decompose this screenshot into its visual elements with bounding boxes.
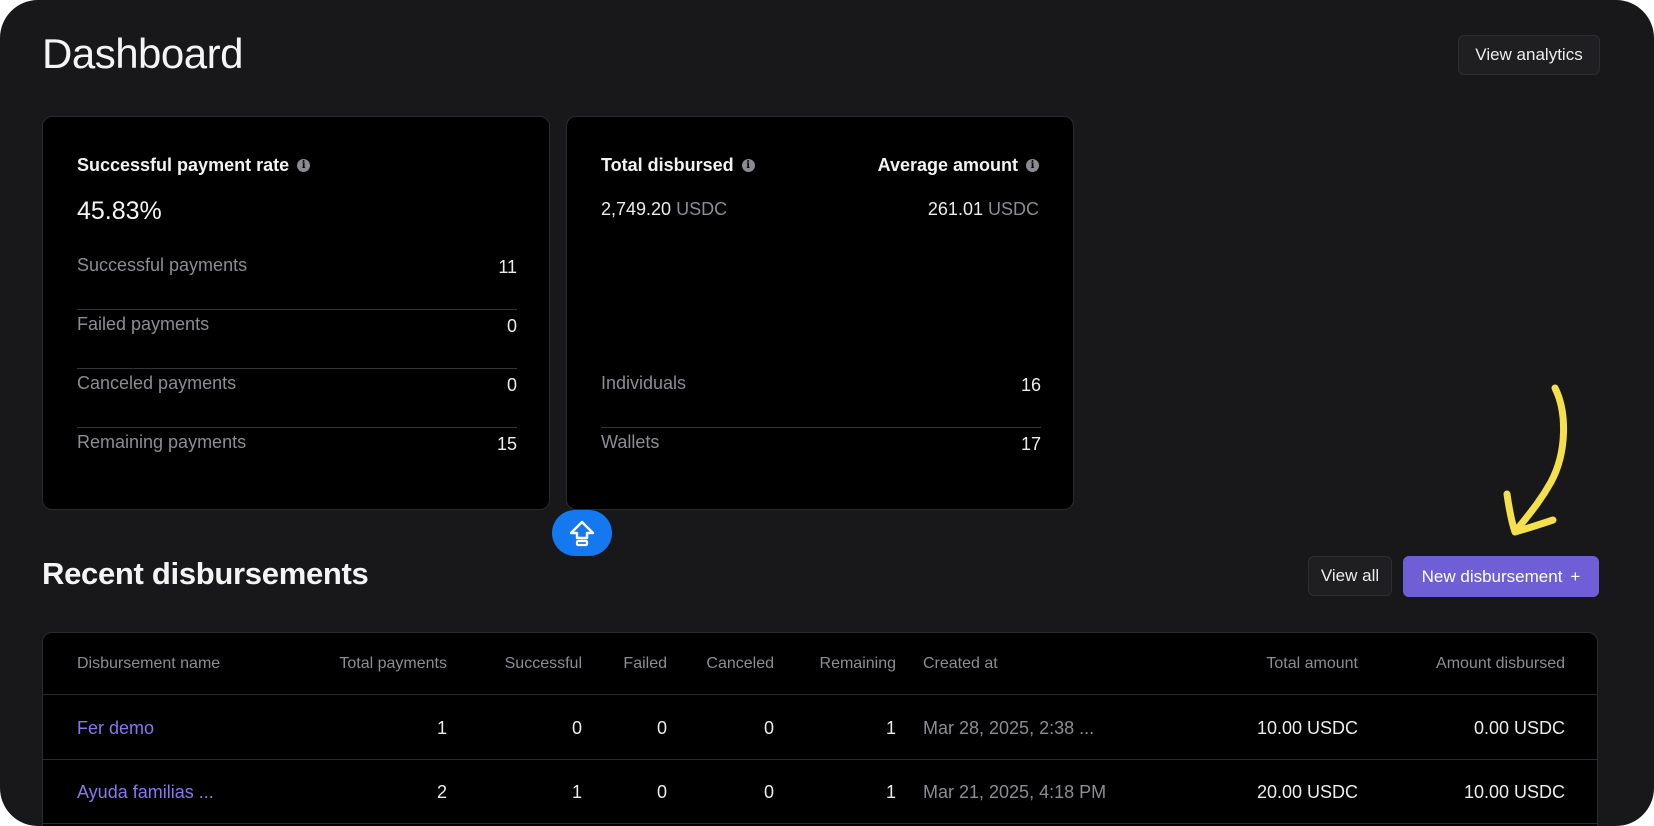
stat-row-canceled: Canceled payments 0: [77, 369, 517, 428]
stat-value: 17: [1020, 434, 1041, 454]
stat-label: Individuals: [601, 373, 687, 393]
col-amount-disbursed[interactable]: Amount disbursed: [1436, 655, 1565, 673]
stat-value: 0: [506, 375, 517, 395]
stat-value: 15: [496, 434, 517, 454]
total-disbursed-value: 2,749.20 USDC: [601, 199, 727, 220]
cell-successful: 1: [571, 782, 582, 802]
cell-amount-disbursed: 10.00 USDC: [1463, 782, 1565, 802]
total-disbursed-label: Total disbursed: [601, 155, 734, 175]
stat-label: Canceled payments: [77, 373, 237, 393]
upload-arrow-icon: [569, 520, 595, 547]
recent-disbursements-title: Recent disbursements: [42, 556, 369, 591]
new-disbursement-button[interactable]: New disbursement +: [1403, 556, 1599, 597]
col-created-at[interactable]: Created at: [923, 655, 998, 673]
stat-row-remaining: Remaining payments 15: [77, 428, 517, 487]
hand-drawn-arrow: [1503, 384, 1568, 536]
info-icon[interactable]: i: [297, 159, 311, 172]
view-all-button[interactable]: View all: [1308, 556, 1392, 596]
stat-value: 0: [506, 316, 517, 336]
stat-value: 11: [498, 257, 517, 277]
cell-total-amount: 10.00 USDC: [1256, 718, 1358, 738]
stat-value: 16: [1020, 375, 1041, 395]
col-remaining[interactable]: Remaining: [820, 655, 896, 673]
average-amount-heading: Average amount i: [878, 155, 1039, 176]
disbursement-name-link[interactable]: Fer demo: [77, 718, 154, 739]
cell-total-payments: 2: [436, 782, 447, 802]
average-amount: 261.01: [927, 199, 983, 219]
cell-remaining: 1: [885, 718, 896, 738]
disbursements-table: Disbursement name Total payments Success…: [42, 632, 1598, 826]
cell-amount-disbursed: 0.00 USDC: [1473, 718, 1565, 738]
info-icon[interactable]: i: [1026, 159, 1039, 172]
stat-row-wallets: Wallets 17: [601, 428, 1041, 487]
stat-label: Failed payments: [77, 314, 210, 334]
view-analytics-button[interactable]: View analytics: [1458, 35, 1600, 75]
table-header: Disbursement name Total payments Success…: [43, 633, 1597, 695]
disbursement-name-link[interactable]: Ayuda familias ...: [77, 782, 214, 803]
col-successful[interactable]: Successful: [505, 655, 582, 673]
average-amount-label: Average amount: [877, 155, 1018, 175]
payment-rate-card: Successful payment rate i 45.83% Success…: [42, 116, 550, 510]
disbursed-card: Total disbursed i Average amount i 2,749…: [566, 116, 1074, 510]
col-failed[interactable]: Failed: [623, 655, 667, 673]
cell-canceled: 0: [763, 782, 774, 802]
cell-successful: 0: [571, 718, 582, 738]
col-disbursement-name[interactable]: Disbursement name: [77, 655, 220, 673]
stat-row-individuals: Individuals 16: [601, 369, 1041, 428]
currency-unit: USDC: [676, 199, 728, 219]
stat-label: Remaining payments: [77, 432, 247, 452]
stat-row-successful: Successful payments 11: [77, 251, 517, 310]
page-title: Dashboard: [42, 30, 243, 77]
cell-remaining: 1: [885, 782, 896, 802]
cell-canceled: 0: [763, 718, 774, 738]
cell-created-at: Mar 21, 2025, 4:18 PM: [923, 782, 1107, 802]
stat-label: Wallets: [601, 432, 660, 452]
col-total-amount[interactable]: Total amount: [1266, 655, 1358, 673]
table-row[interactable]: Ayuda familias ... 2 1 0 0 1 Mar 21, 202…: [43, 760, 1597, 824]
table-row[interactable]: Fer demo 1 0 0 0 1 Mar 28, 2025, 2:38 ..…: [43, 696, 1597, 760]
cell-total-payments: 1: [436, 718, 447, 738]
currency-unit: USDC: [987, 199, 1039, 219]
total-disbursed-amount: 2,749.20: [601, 199, 672, 219]
average-amount-value: 261.01 USDC: [928, 199, 1039, 220]
payment-rate-heading: Successful payment rate i: [77, 155, 311, 176]
col-total-payments[interactable]: Total payments: [339, 655, 447, 673]
new-disbursement-label: New disbursement: [1421, 566, 1563, 586]
col-canceled[interactable]: Canceled: [706, 655, 774, 673]
cell-failed: 0: [656, 718, 667, 738]
info-icon[interactable]: i: [741, 159, 755, 172]
cell-failed: 0: [656, 782, 667, 802]
cell-created-at: Mar 28, 2025, 2:38 ...: [923, 718, 1095, 738]
upload-fab-button[interactable]: [552, 510, 612, 556]
stat-label: Successful payments: [77, 255, 248, 275]
total-disbursed-heading: Total disbursed i: [601, 155, 755, 176]
payment-rate-value: 45.83%: [77, 197, 162, 225]
cell-total-amount: 20.00 USDC: [1256, 782, 1358, 802]
app-frame: Dashboard View analytics Successful paym…: [0, 0, 1654, 826]
plus-icon: +: [1570, 566, 1581, 586]
stat-row-failed: Failed payments 0: [77, 310, 517, 369]
payment-rate-label: Successful payment rate: [77, 155, 290, 175]
